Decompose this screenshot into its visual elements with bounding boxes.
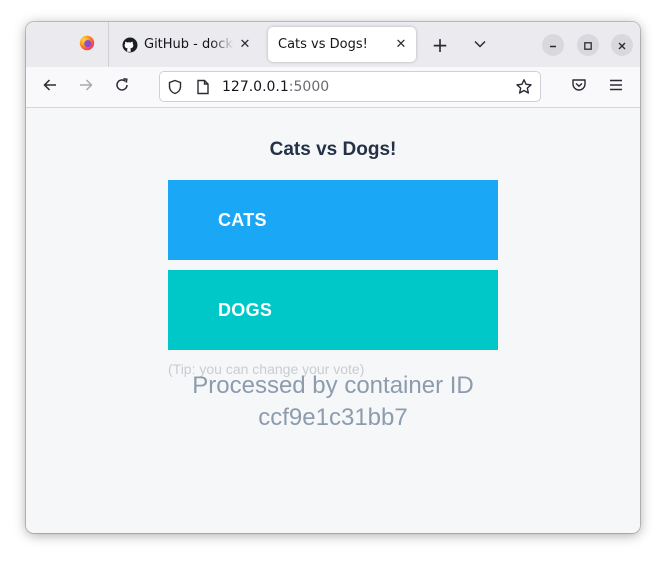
page-icon[interactable]	[194, 78, 212, 96]
back-button[interactable]	[38, 75, 62, 99]
app-menu-button[interactable]	[604, 75, 628, 99]
minimize-icon	[548, 36, 558, 55]
tab-title: GitHub - docker/	[144, 37, 234, 52]
reload-icon	[114, 77, 130, 97]
tab-cats-vs-dogs[interactable]: Cats vs Dogs! ✕	[268, 27, 416, 62]
chevron-down-icon	[473, 36, 487, 55]
github-icon	[122, 37, 138, 53]
hamburger-menu-icon	[608, 77, 624, 97]
minimize-button[interactable]	[542, 34, 564, 56]
new-tab-button[interactable]: +	[428, 33, 452, 57]
vote-cats-label: CATS	[218, 209, 267, 230]
forward-button[interactable]	[74, 75, 98, 99]
processed-by-label: Processed by container ID	[192, 372, 474, 399]
pocket-icon	[571, 77, 587, 97]
bookmark-star-icon[interactable]	[514, 77, 534, 97]
tab-title: Cats vs Dogs!	[278, 37, 368, 52]
container-id: ccf9e1c31bb7	[258, 404, 408, 431]
vote-dogs-label: DOGS	[218, 299, 273, 320]
url-bar[interactable]: 127.0.0.1:5000	[159, 71, 541, 102]
list-all-tabs-button[interactable]	[468, 33, 492, 57]
close-tab-icon[interactable]: ✕	[390, 34, 412, 56]
shield-icon[interactable]	[166, 78, 184, 96]
tab-strip: GitHub - docker/ ✕ Cats vs Dogs! ✕ +	[26, 22, 640, 68]
tab-github[interactable]: GitHub - docker/ ✕	[112, 27, 260, 62]
page-content: Cats vs Dogs! CATS DOGS (Tip: you can ch…	[26, 108, 640, 533]
arrow-right-icon	[78, 77, 94, 97]
vote-cats-button[interactable]: CATS	[168, 180, 498, 260]
browser-window: GitHub - docker/ ✕ Cats vs Dogs! ✕ +	[26, 22, 640, 533]
close-tab-icon[interactable]: ✕	[234, 34, 256, 56]
maximize-icon	[583, 36, 593, 55]
vote-dogs-button[interactable]: DOGS	[168, 270, 498, 350]
arrow-left-icon	[42, 77, 58, 97]
firefox-view-button[interactable]	[66, 22, 109, 67]
pocket-button[interactable]	[567, 75, 591, 99]
url-port: :5000	[288, 79, 330, 95]
url-host: 127.0.0.1	[222, 79, 289, 95]
close-icon	[617, 36, 627, 55]
close-window-button[interactable]	[611, 34, 633, 56]
container-info: Processed by container ID ccf9e1c31bb7	[26, 370, 640, 434]
firefox-icon	[79, 35, 95, 55]
reload-button[interactable]	[110, 75, 134, 99]
page-title: Cats vs Dogs!	[269, 139, 397, 160]
navigation-toolbar: 127.0.0.1:5000	[26, 67, 640, 108]
url-text: 127.0.0.1:5000	[222, 79, 329, 95]
maximize-button[interactable]	[577, 34, 599, 56]
